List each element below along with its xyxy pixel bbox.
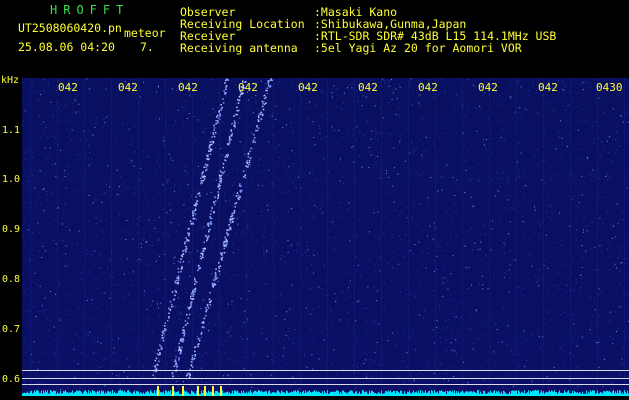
x-tick-label: 042	[538, 81, 558, 94]
y-tick-label: 0.6	[2, 374, 21, 385]
signal-spike	[204, 386, 206, 396]
noise-stripe	[327, 78, 328, 396]
x-tick-label: 042	[358, 81, 378, 94]
reference-line	[22, 370, 629, 371]
noise-speckle	[22, 78, 629, 396]
noise-stripe	[138, 78, 139, 396]
noise-stripe	[624, 78, 625, 396]
noise-stripe	[30, 78, 31, 396]
meteor-trace	[152, 78, 229, 380]
noise-stripe	[462, 78, 463, 396]
x-tick-label: 0430	[596, 81, 623, 94]
noise-stripe	[354, 78, 355, 396]
signal-spike	[197, 386, 199, 396]
noise-stripe	[570, 78, 571, 396]
datetime-label: 25.08.06 04:20	[18, 40, 115, 54]
x-tick-label: 042	[118, 81, 138, 94]
x-tick-label: 042	[478, 81, 498, 94]
noise-stripe	[597, 78, 598, 396]
y-tick-label: 0.8	[2, 274, 21, 285]
reference-line	[22, 378, 629, 379]
y-axis-unit: kHz	[1, 75, 20, 86]
spectrogram-plot	[22, 78, 629, 396]
signal-spike	[182, 386, 184, 396]
noise-stripe	[543, 78, 544, 396]
noise-stripe	[165, 78, 166, 396]
noise-stripe	[246, 78, 247, 396]
info-label-antenna: Receiving antenna	[180, 41, 298, 55]
signal-spike	[172, 386, 174, 396]
noise-stripe	[111, 78, 112, 396]
hrofft-spectrogram-window: HROFFT UT2508060420.pn meteor 25.08.06 0…	[0, 0, 629, 400]
y-tick-label: 0.9	[2, 224, 21, 235]
meteor-trace	[185, 78, 273, 378]
x-tick-label: 042	[298, 81, 318, 94]
filename-label: UT2508060420.pn	[18, 21, 122, 35]
noise-stripe	[84, 78, 85, 396]
signal-spike	[157, 386, 159, 396]
noise-stripe	[435, 78, 436, 396]
x-tick-label: 042	[178, 81, 198, 94]
noise-stripe	[219, 78, 220, 396]
x-tick-label: 042	[418, 81, 438, 94]
spectrogram-svg	[22, 78, 629, 396]
meteor-trace	[171, 80, 247, 378]
signal-baseline	[22, 386, 629, 396]
noise-stripe	[516, 78, 517, 396]
noise-stripe	[57, 78, 58, 396]
y-tick-label: 0.7	[2, 324, 21, 335]
x-tick-label: 042	[58, 81, 78, 94]
noise-stripe	[381, 78, 382, 396]
info-value-antenna: :5el Yagi Az 20 for Aomori VOR	[314, 41, 522, 55]
y-tick-label: 1.0	[2, 174, 21, 185]
mode-label: meteor	[124, 26, 166, 40]
signal-spike	[220, 386, 222, 396]
noise-stripe	[408, 78, 409, 396]
app-title: HROFFT	[50, 3, 130, 17]
x-tick-label: 042	[238, 81, 258, 94]
noise-stripe	[300, 78, 301, 396]
signal-spike	[212, 386, 214, 396]
noise-stripe	[273, 78, 274, 396]
y-tick-label: 1.1	[2, 125, 21, 136]
noise-stripe	[192, 78, 193, 396]
noise-stripe	[489, 78, 490, 396]
reference-line	[22, 384, 629, 385]
count-label: 7.	[140, 40, 154, 54]
